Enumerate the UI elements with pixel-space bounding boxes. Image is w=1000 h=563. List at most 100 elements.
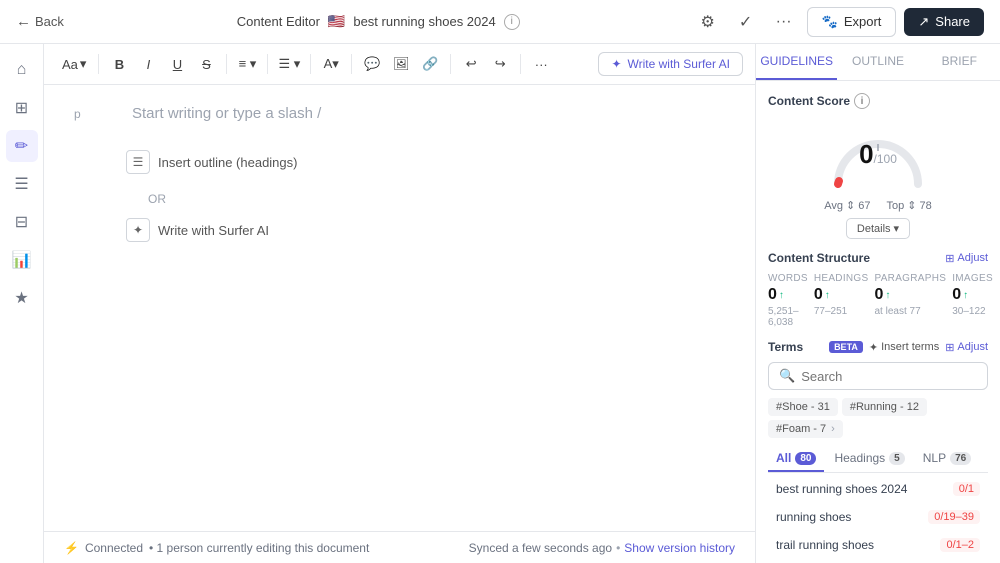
sidebar-chart-icon[interactable]: 📊 [6,244,38,276]
top-bar-left: ← Back [16,13,64,30]
top-meta: Top ⇕ 78 [887,199,932,212]
export-button[interactable]: 🐾 Export [807,7,897,37]
headings-value: 0 [814,286,823,304]
search-icon: 🔍 [779,368,795,384]
content-score-title: Content Score i [768,93,988,109]
settings-icon[interactable]: ⚙ [693,7,723,37]
share-button[interactable]: ↗ Share [904,8,984,36]
term-row-1[interactable]: running shoes 0/19–39 [768,505,988,529]
term-tab-headings-badge: 5 [889,452,905,465]
headings-range: 77–251 [814,306,869,317]
status-bar: ⚡ Connected • 1 person currently editing… [44,531,755,563]
term-tab-headings[interactable]: Headings 5 [826,446,912,472]
content-score-label: Content Score [768,94,850,108]
score-number: 0 [859,139,873,170]
show-version-history-button[interactable]: Show version history [624,541,735,555]
term-tab-all[interactable]: All 80 [768,446,824,472]
content-score-info-icon[interactable]: i [854,93,870,109]
tag-running[interactable]: #Running - 12 [842,398,927,416]
tab-guidelines[interactable]: GUIDELINES [756,44,837,80]
score-meta: Avg ⇕ 67 Top ⇕ 78 [768,199,988,212]
comment-button[interactable]: 💬 [358,50,386,78]
more-icon[interactable]: ··· [769,7,799,37]
top-bar-right: ⚙ ✓ ··· 🐾 Export ↗ Share [693,7,984,37]
check-icon[interactable]: ✓ [731,7,761,37]
highlight-button[interactable]: A▾ [317,50,345,78]
term-score-2: 0/1–2 [940,538,980,552]
sidebar-star-icon[interactable]: ★ [6,282,38,314]
images-value-row: 0 ↑ [952,286,993,304]
list-button[interactable]: ☰ ▾ [274,50,304,78]
export-label: Export [844,14,882,29]
insert-terms-button[interactable]: ✦ Insert terms [869,341,939,354]
surfer-ai-label: Write with Surfer AI [628,57,730,71]
term-row-2[interactable]: trail running shoes 0/1–2 [768,533,988,557]
write-with-surfer-button[interactable]: ✦ Write with Surfer AI [598,52,743,76]
tag-shoe-label: #Shoe - 31 [776,401,830,413]
editor-content[interactable]: p Start writing or type a slash / ☰ Inse… [44,85,755,531]
or-label: OR [148,192,695,206]
terms-adjust-button[interactable]: ⊞ Adjust [945,341,988,354]
words-label: WORDS [768,273,808,284]
paragraphs-value: 0 [874,286,883,304]
images-item: IMAGES 0 ↑ 30–122 [952,273,993,328]
history-group: ↩ ↪ [457,50,514,78]
person-label: • 1 person currently editing this docume… [149,541,369,555]
more-format-button[interactable]: ··· [527,50,555,78]
undo-button[interactable]: ↩ [457,50,485,78]
insert-outline-option[interactable]: ☰ Insert outline (headings) [114,142,695,182]
font-group: Aa ▾ [56,54,92,74]
bold-button[interactable]: B [105,50,133,78]
font-size-chevron-icon: ▾ [80,56,87,72]
tag-filters: #Shoe - 31 #Running - 12 #Foam - 7 [768,398,988,438]
image-button[interactable]: 🖼 [387,50,415,78]
terms-search-input[interactable] [801,369,977,384]
sidebar-home-icon[interactable]: ⌂ [6,54,38,86]
back-button[interactable]: ← Back [16,13,64,30]
link-button[interactable]: 🔗 [416,50,444,78]
align-button[interactable]: ≡ ▾ [233,50,261,78]
avg-meta: Avg ⇕ 67 [824,199,870,212]
tag-shoe[interactable]: #Shoe - 31 [768,398,838,416]
sidebar-grid-icon[interactable]: ⊞ [6,92,38,124]
details-label: Details [857,223,891,235]
term-name-0: best running shoes 2024 [776,482,907,496]
right-tabs: GUIDELINES OUTLINE BRIEF [756,44,1000,81]
right-panel: GUIDELINES OUTLINE BRIEF Content Score i [755,44,1000,563]
words-value: 0 [768,286,777,304]
list-group: ☰ ▾ [274,50,304,78]
term-row-0[interactable]: best running shoes 2024 0/1 [768,477,988,501]
term-list: best running shoes 2024 0/1 running shoe… [768,477,988,563]
insert-outline-icon: ☰ [126,150,150,174]
terms-adjust-icon: ⊞ [945,341,954,354]
font-size-label: Aa [62,57,78,72]
tab-outline[interactable]: OUTLINE [837,44,918,80]
strikethrough-button[interactable]: S [192,50,220,78]
tab-brief[interactable]: BRIEF [919,44,1000,80]
tag-running-label: #Running - 12 [850,401,919,413]
write-with-surfer-option[interactable]: ✦ Write with Surfer AI [114,210,695,250]
structure-adjust-button[interactable]: ⊞ Adjust [945,252,988,265]
term-tab-nlp[interactable]: NLP 76 [915,446,979,472]
italic-button[interactable]: I [134,50,162,78]
terms-right: BETA ✦ Insert terms ⊞ Adjust [829,341,988,354]
terms-section: Terms BETA ✦ Insert terms ⊞ Adjust [768,340,988,563]
font-size-selector[interactable]: Aa ▾ [56,54,92,74]
write-with-surfer-label: Write with Surfer AI [158,223,269,238]
status-dot: • [616,541,620,555]
sidebar-list-icon[interactable]: ☰ [6,168,38,200]
toolbar-separator-3 [267,54,268,74]
info-icon[interactable]: i [504,14,520,30]
tag-foam[interactable]: #Foam - 7 [768,420,843,438]
share-label: Share [935,14,970,29]
sidebar-edit-icon[interactable]: ✏ [6,130,38,162]
align-group: ≡ ▾ [233,50,261,78]
redo-button[interactable]: ↪ [486,50,514,78]
top-value: 78 [919,200,931,212]
term-name-1: running shoes [776,510,851,524]
paragraphs-item: PARAGRAPHS 0 ↑ at least 77 [874,273,946,328]
highlight-group: A▾ [317,50,345,78]
underline-button[interactable]: U [163,50,191,78]
details-button[interactable]: Details ▾ [846,218,910,239]
sidebar-table-icon[interactable]: ⊟ [6,206,38,238]
